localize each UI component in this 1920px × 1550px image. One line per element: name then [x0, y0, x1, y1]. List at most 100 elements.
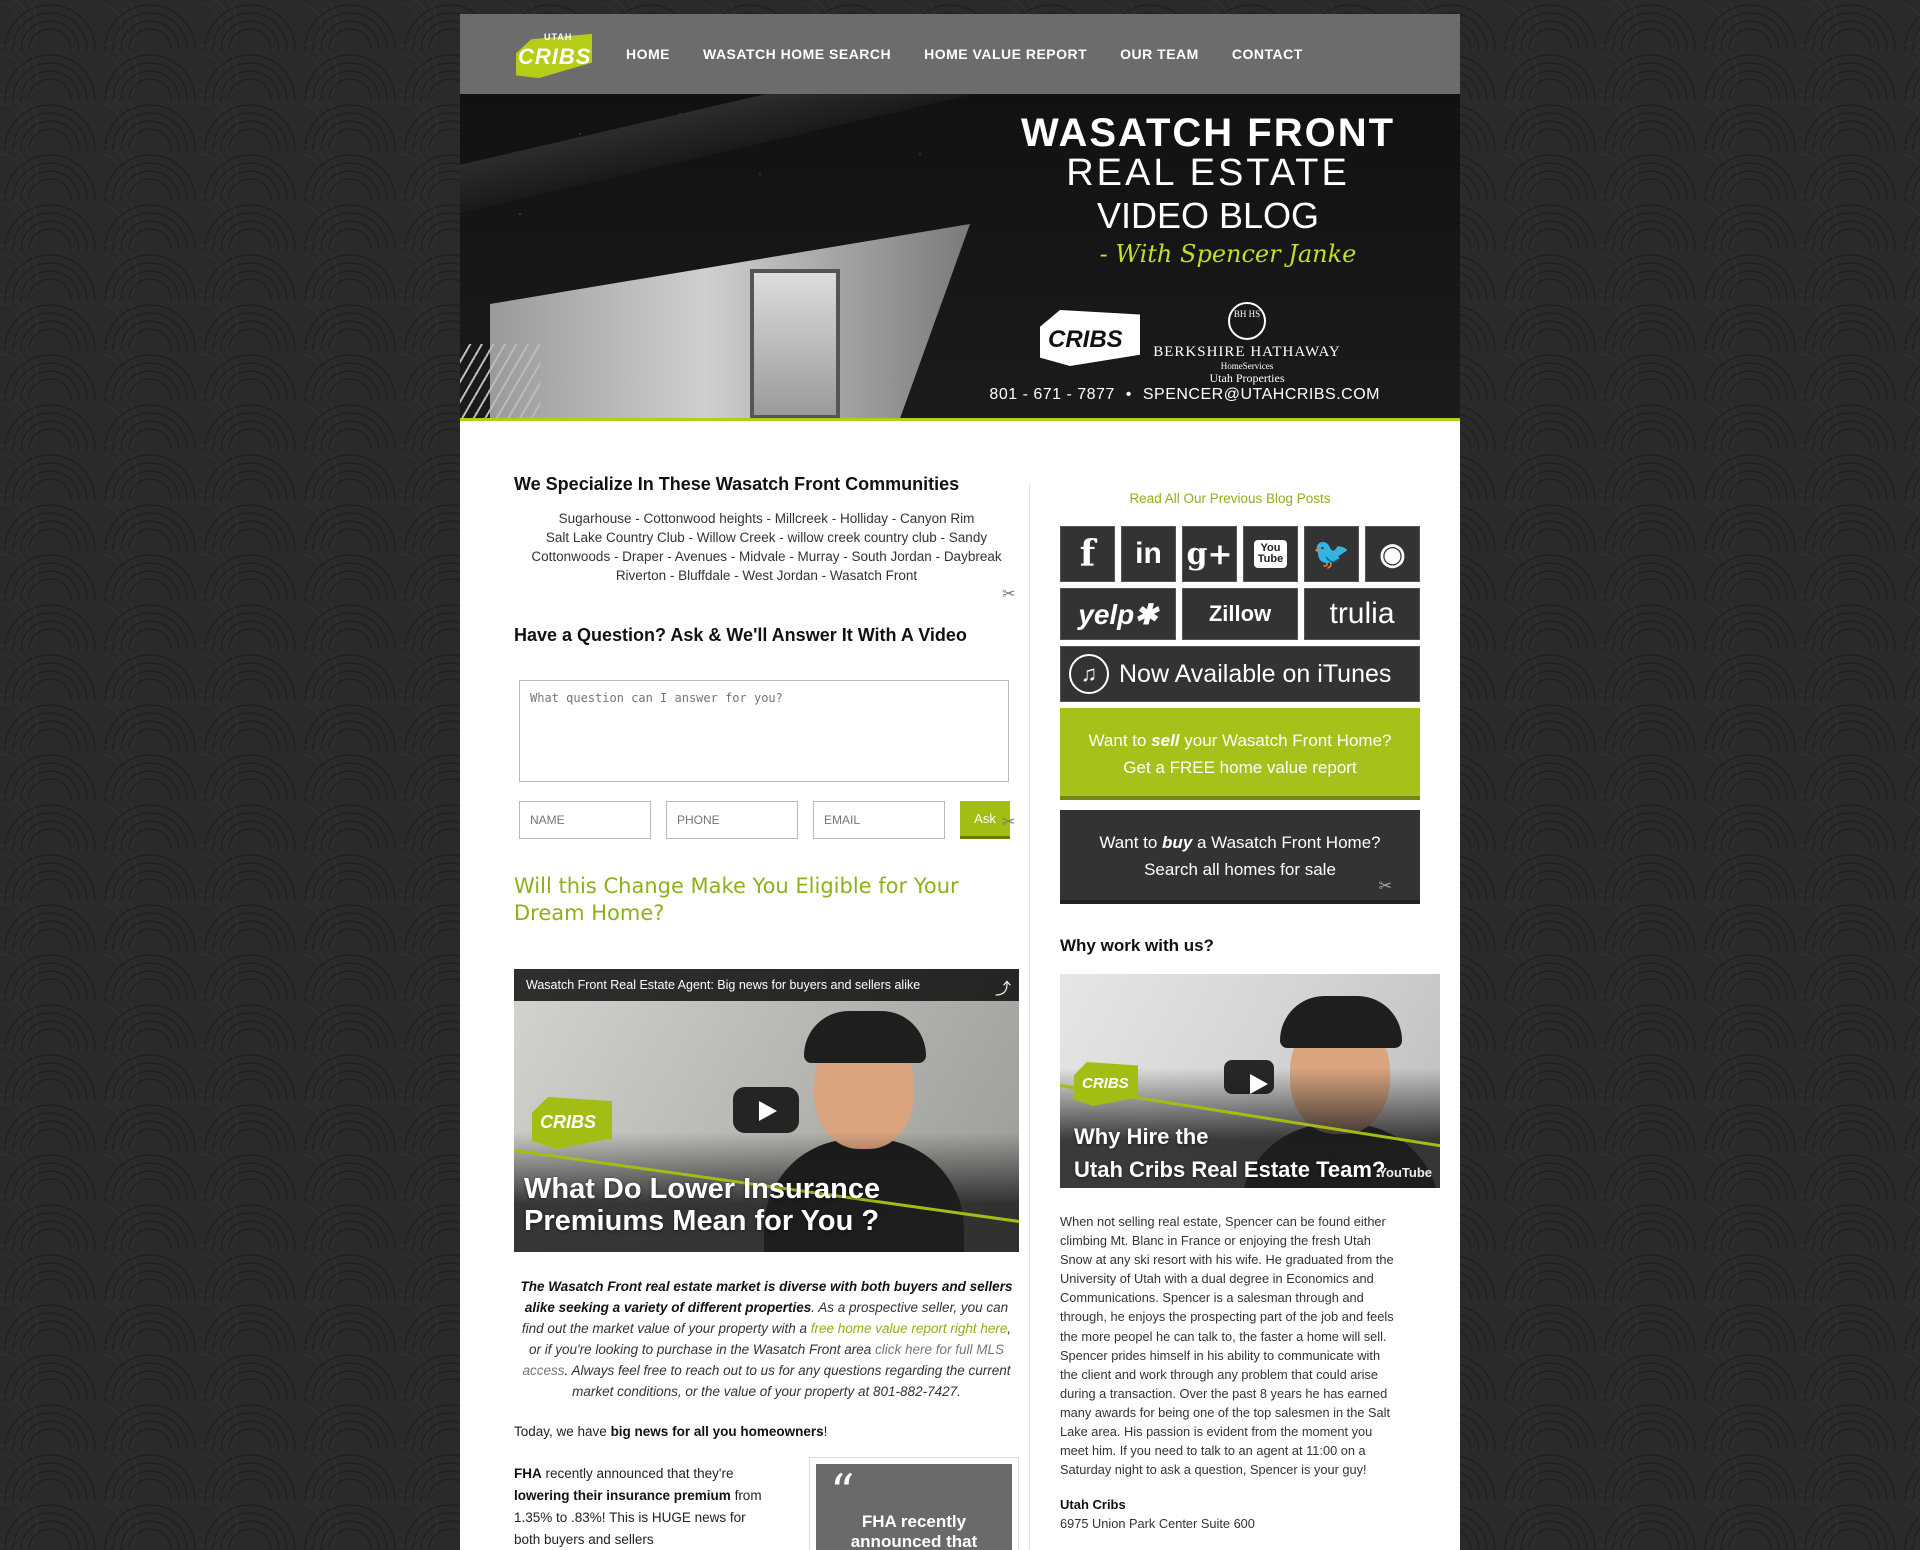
sell-cta-line1: Want to sell your Wasatch Front Home? [1060, 727, 1420, 754]
hero-contact: 801 - 671 - 7877 • SPENCER@UTAHCRIBS.COM [989, 386, 1380, 404]
video-caption-line1: What Do Lower Insurance [524, 1173, 881, 1205]
previous-posts-link[interactable]: Read All Our Previous Blog Posts [1050, 491, 1410, 506]
hero-tagline: - With Spencer Janke [1099, 240, 1357, 268]
post-video[interactable]: CRIBS What Do Lower Insurance Premiums M… [514, 969, 1019, 1252]
youtube-icon-text: You Tube [1253, 540, 1288, 568]
edit-wrench-icon[interactable]: ✂ [1002, 584, 1015, 604]
hero-bullet: • [1125, 386, 1132, 403]
share-icon[interactable]: ⤴ [995, 975, 1011, 999]
hero-title-line3: VIDEO BLOG [1096, 195, 1320, 236]
pull-quote-inner: “ FHA recently announced that [816, 1464, 1012, 1550]
social-icons-row: f in g+ You Tube 🐦 ◉ [1060, 526, 1440, 582]
hero-title-line1: WASATCH FRONT [1020, 111, 1396, 155]
video-caption: Why Hire the Utah Cribs Real Estate Team… [1074, 1120, 1385, 1186]
communities-list: Sugarhouse - Cottonwood heights - Millcr… [514, 509, 1019, 585]
video-caption-line2: Premiums Mean for You ? [524, 1205, 880, 1237]
itunes-note-icon: ♫ [1069, 654, 1109, 694]
hero-utah-cribs-logo: CRIBS [1040, 310, 1140, 366]
trulia-icon[interactable]: trulia [1304, 588, 1420, 640]
column-divider [1029, 484, 1030, 1550]
zillow-icon[interactable]: Zillow [1182, 588, 1298, 640]
presenter-cap [804, 1011, 926, 1063]
sell-text-2: your Wasatch Front Home? [1179, 731, 1392, 750]
twitter-icon[interactable]: 🐦 [1304, 526, 1359, 582]
itunes-button[interactable]: ♫ Now Available on iTunes [1060, 646, 1420, 702]
video-caption-line1: Why Hire the [1074, 1124, 1209, 1149]
video-play-button[interactable] [733, 1087, 799, 1133]
video-play-button[interactable] [1224, 1060, 1274, 1094]
video-title-bar: Wasatch Front Real Estate Agent: Big new… [514, 969, 1019, 1001]
fha-bold-2: lowering their insurance premium [514, 1488, 731, 1503]
phone-field[interactable] [666, 801, 798, 839]
bhhs-name: BERKSHIRE HATHAWAY [1153, 344, 1341, 360]
question-textarea[interactable] [519, 680, 1009, 782]
buy-cta-line2: Search all homes for sale [1144, 860, 1336, 879]
rss-icon[interactable]: ◉ [1365, 526, 1420, 582]
site-logo[interactable]: UTAH CRIBS [514, 30, 594, 78]
today-text-2: ! [823, 1424, 828, 1439]
question-heading: Have a Question? Ask & We'll Answer It W… [514, 625, 967, 645]
sell-text-1: Want to [1088, 731, 1152, 750]
post-intro: The Wasatch Front real estate market is … [514, 1276, 1019, 1402]
youtube-icon[interactable]: You Tube [1243, 526, 1298, 582]
intro-text-3: . Always feel free to reach out to us fo… [564, 1363, 1011, 1399]
question-fields-row: Ask [519, 801, 1019, 839]
home-value-report-link[interactable]: free home value report right here [811, 1321, 1008, 1336]
video-logo-text: CRIBS [540, 1112, 597, 1132]
presenter-cap [1280, 996, 1402, 1048]
video-title[interactable]: Wasatch Front Real Estate Agent: Big new… [526, 978, 920, 992]
logo-utah-text: UTAH [544, 32, 573, 42]
pull-quote: “ FHA recently announced that [809, 1457, 1019, 1550]
nav-contact[interactable]: CONTACT [1232, 46, 1303, 62]
quote-mark-icon: “ [830, 1464, 855, 1520]
bhhs-sub1: HomeServices [1220, 361, 1274, 371]
realestate-icons-row: yelp✱ Zillow trulia [1060, 588, 1440, 640]
youtube-tube: Tube [1257, 553, 1284, 565]
itunes-label: Now Available on iTunes [1119, 659, 1392, 688]
google-plus-icon[interactable]: g+ [1182, 526, 1237, 582]
nav-our-team[interactable]: OUR TEAM [1120, 46, 1199, 62]
yelp-icon[interactable]: yelp✱ [1060, 588, 1176, 640]
main-content: We Specialize In These Wasatch Front Com… [514, 474, 1019, 1550]
facebook-icon[interactable]: f [1060, 526, 1115, 582]
page: UTAH CRIBS HOME WASATCH HOME SEARCH HOME… [460, 14, 1460, 1550]
bhhs-sub2: Utah Properties [1209, 371, 1285, 385]
hero-title-line2: REAL ESTATE [1066, 152, 1350, 194]
pull-quote-text: FHA recently announced that [850, 1512, 978, 1550]
nav-home-value-report[interactable]: HOME VALUE REPORT [924, 46, 1087, 62]
youtube-logo-icon[interactable]: YouTube [1378, 1165, 1432, 1180]
fha-section: FHA recently announced that they're lowe… [514, 1457, 1019, 1550]
today-bold: big news for all you homeowners [610, 1424, 824, 1439]
edit-wrench-icon[interactable]: ✂ [1002, 812, 1015, 832]
communities-line: Cottonwoods - Draper - Avenues - Midvale… [531, 549, 1002, 564]
question-form: Have a Question? Ask & We'll Answer It W… [514, 625, 1019, 839]
hero-banner: WASATCH FRONT REAL ESTATE VIDEO BLOG - W… [460, 94, 1460, 421]
why-hire-video[interactable]: CRIBS Why Hire the Utah Cribs Real Estat… [1060, 974, 1440, 1188]
video-caption: What Do Lower Insurance Premiums Mean fo… [524, 1173, 880, 1237]
video-logo-text: CRIBS [1082, 1075, 1129, 1092]
email-field[interactable] [813, 801, 945, 839]
buy-text-2: a Wasatch Front Home? [1192, 833, 1381, 852]
hero-house-window [750, 269, 840, 418]
fha-bold-1: FHA [514, 1466, 542, 1481]
post-title[interactable]: Will this Change Make You Eligible for Y… [514, 873, 1019, 927]
nav-wasatch-home-search[interactable]: WASATCH HOME SEARCH [703, 46, 891, 62]
agent-bio: When not selling real estate, Spencer ca… [1060, 1214, 1394, 1478]
communities-line: Salt Lake Country Club - Willow Creek - … [545, 530, 988, 545]
nav-home[interactable]: HOME [626, 46, 670, 62]
name-field[interactable] [519, 801, 651, 839]
buy-home-cta[interactable]: Want to buy a Wasatch Front Home? Search… [1060, 810, 1420, 904]
today-text-1: Today, we have [514, 1424, 611, 1439]
hero-brand-logos: CRIBS BH HS BERKSHIRE HATHAWAY HomeServi… [1040, 302, 1360, 385]
edit-wrench-icon[interactable]: ✂ [1379, 873, 1392, 900]
hero-house-railing [460, 344, 540, 418]
communities-line: Riverton - Bluffdale - West Jordan - Was… [615, 568, 918, 583]
bhhs-seal-icon: BH HS [1228, 302, 1266, 340]
sidebar: Read All Our Previous Blog Posts f in g+… [1060, 474, 1440, 1531]
communities-line: Sugarhouse - Cottonwood heights - Millcr… [558, 511, 975, 526]
company-address: 6975 Union Park Center Suite 600 [1060, 1516, 1255, 1532]
linkedin-icon[interactable]: in [1121, 526, 1176, 582]
buy-cta-line1: Want to buy a Wasatch Front Home? [1060, 829, 1420, 856]
sell-home-cta[interactable]: Want to sell your Wasatch Front Home? Ge… [1060, 708, 1420, 800]
why-work-heading: Why work with us? [1060, 936, 1214, 955]
